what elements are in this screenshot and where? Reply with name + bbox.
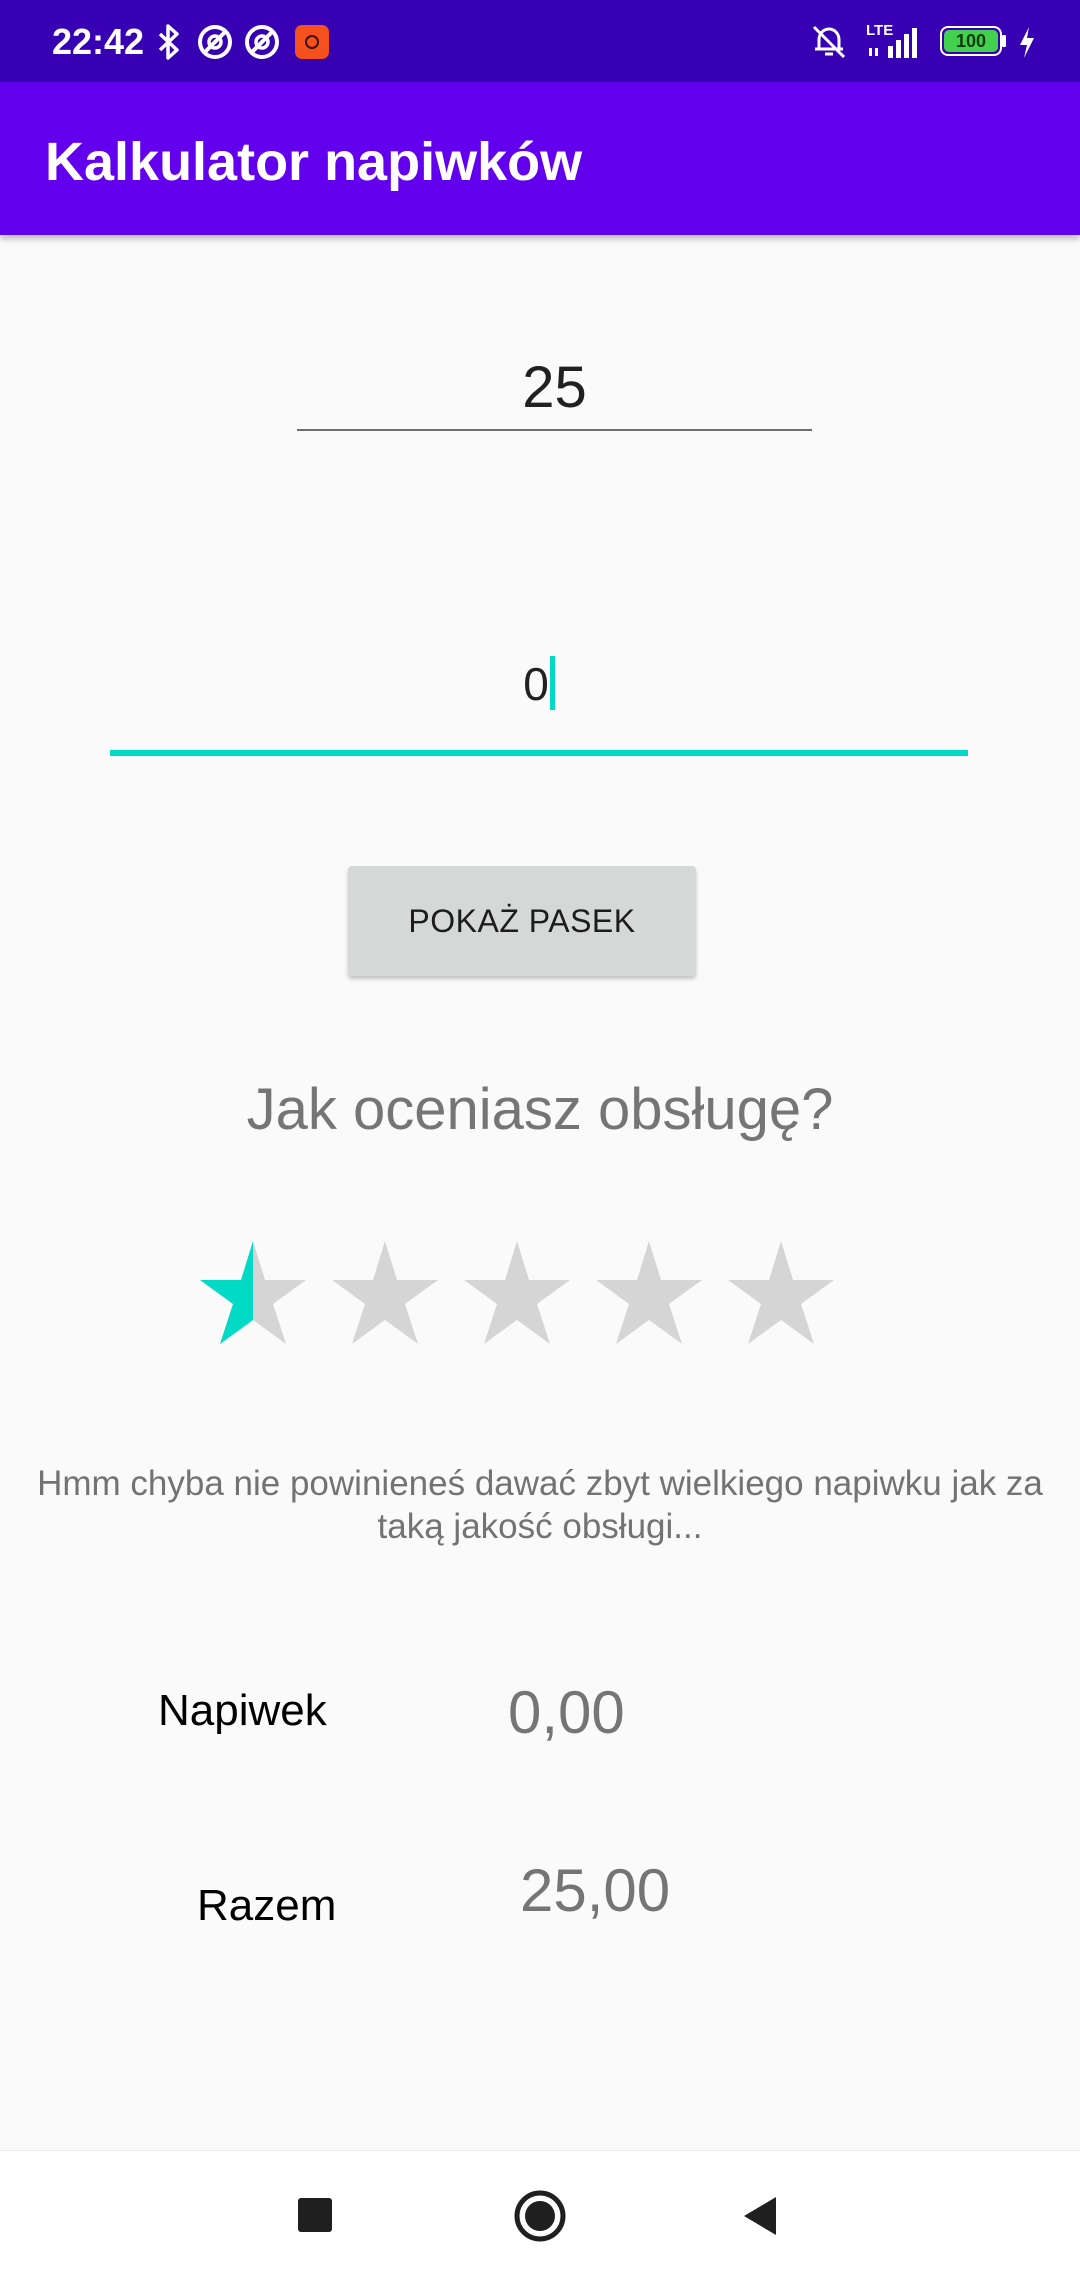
tip-percent-value: 0 (523, 658, 549, 710)
tip-result-value: 0,00 (508, 1679, 625, 1746)
app-bar: Kalkulator napiwków (0, 82, 1080, 235)
star-1-icon[interactable] (197, 1238, 309, 1350)
back-icon[interactable] (696, 2151, 826, 2281)
show-bar-button[interactable]: POKAŻ PASEK (348, 866, 696, 976)
vibrate-off-icon (812, 25, 846, 59)
signal-icon (869, 28, 917, 58)
rating-hint: Hmm chyba nie powinieneś dawać zbyt wiel… (37, 1464, 1043, 1546)
bill-amount-underline (297, 429, 812, 431)
app-title: Kalkulator napiwków (45, 132, 583, 192)
do-not-disturb-icon (245, 25, 279, 59)
bill-amount-value: 25 (522, 355, 587, 420)
battery-level: 100 (955, 31, 987, 51)
tip-label: Napiwek (158, 1686, 327, 1735)
battery-icon: 100 (940, 26, 1006, 56)
star-4-icon[interactable] (593, 1238, 705, 1350)
status-time: 22:42 (52, 21, 145, 62)
charging-icon (1020, 27, 1034, 58)
star-3-icon[interactable] (461, 1238, 573, 1350)
tip-percent-field[interactable]: 0 (110, 630, 968, 760)
tip-percent-value-line: 0 (110, 654, 968, 714)
total-label: Razem (197, 1881, 337, 1930)
rating-question: Jak oceniasz obsługę? (246, 1077, 834, 1142)
navigation-bar (0, 2150, 1080, 2281)
rating-bar[interactable] (197, 1238, 857, 1350)
do-not-disturb-icon (198, 25, 232, 59)
star-2-icon[interactable] (329, 1238, 441, 1350)
bill-amount-field[interactable]: 25 (297, 338, 812, 432)
recents-icon[interactable] (251, 2151, 381, 2281)
bluetooth-icon (158, 24, 179, 60)
text-cursor (549, 656, 555, 710)
app-notification-icon (295, 25, 329, 59)
total-result-value: 25,00 (520, 1857, 671, 1924)
tip-percent-underline (110, 750, 968, 756)
status-bar: 22:42 LTE 100 (0, 0, 1080, 82)
home-icon[interactable] (475, 2151, 605, 2281)
star-5-icon[interactable] (725, 1238, 837, 1350)
